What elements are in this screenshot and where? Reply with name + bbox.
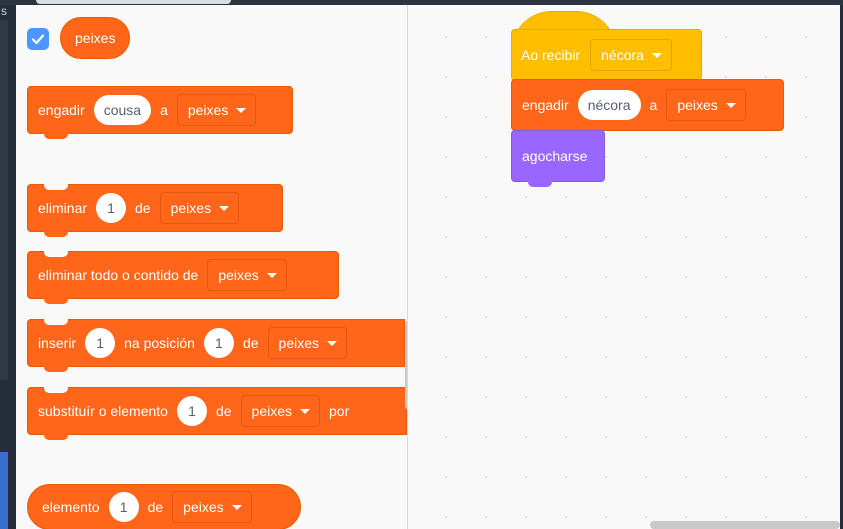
message-dropdown[interactable]: nécora bbox=[590, 39, 672, 71]
block-label: eliminar bbox=[38, 200, 88, 216]
dropdown-value: peixes bbox=[278, 335, 319, 351]
caret-down-icon bbox=[327, 340, 337, 346]
position-input[interactable]: 1 bbox=[203, 328, 234, 358]
item-input[interactable]: 1 bbox=[85, 328, 116, 358]
block-label: de bbox=[147, 499, 164, 515]
block-label: a bbox=[160, 102, 168, 118]
dropdown-value: peixes bbox=[170, 200, 212, 216]
item-index-input[interactable]: 1 bbox=[176, 396, 207, 426]
dropdown-value: peixes bbox=[251, 403, 293, 419]
block-label: de bbox=[215, 403, 232, 419]
text-input[interactable]: cousa bbox=[93, 95, 152, 125]
variable-monitor-checkbox[interactable] bbox=[27, 28, 49, 50]
block-palette[interactable]: peixes engadir cousa a peixes eliminar 1… bbox=[16, 5, 408, 529]
list-dropdown[interactable]: peixes bbox=[666, 89, 746, 121]
list-dropdown[interactable]: peixes bbox=[159, 192, 240, 224]
list-reporter-label: peixes bbox=[75, 30, 116, 46]
block-label: elemento bbox=[42, 499, 100, 515]
block-label: na posición bbox=[124, 335, 195, 351]
list-dropdown[interactable]: peixes bbox=[207, 259, 287, 291]
caret-down-icon bbox=[651, 52, 662, 58]
block-label: inserir bbox=[38, 335, 77, 351]
add-to-list-block[interactable]: engadir cousa a peixes bbox=[27, 86, 293, 139]
top-tab bbox=[36, 0, 231, 4]
list-dropdown[interactable]: peixes bbox=[172, 491, 252, 523]
list-dropdown[interactable]: peixes bbox=[267, 327, 347, 359]
number-input[interactable]: 1 bbox=[96, 193, 127, 223]
block-label: engadir bbox=[38, 102, 85, 118]
list-reporter-peixes[interactable]: peixes bbox=[60, 17, 131, 59]
block-label: engadir bbox=[522, 97, 569, 113]
block-label: eliminar todo o contido de bbox=[38, 267, 199, 283]
dropdown-value: peixes bbox=[183, 499, 224, 515]
delete-of-list-block[interactable]: eliminar 1 de peixes bbox=[27, 184, 283, 237]
text-input[interactable]: nécora bbox=[577, 90, 641, 120]
insert-at-list-block[interactable]: inserir 1 na posición 1 de peixes bbox=[27, 319, 405, 372]
caret-down-icon bbox=[300, 408, 311, 414]
dropdown-value: peixes bbox=[677, 97, 718, 113]
list-dropdown[interactable]: peixes bbox=[240, 395, 321, 427]
block-label: agocharse bbox=[522, 148, 588, 164]
caret-down-icon bbox=[725, 102, 736, 108]
block-label: substituír o elemento bbox=[38, 403, 168, 419]
block-label: de bbox=[135, 200, 151, 216]
block-label: de bbox=[242, 335, 259, 351]
dropdown-value: peixes bbox=[187, 102, 229, 118]
checkmark-icon bbox=[31, 34, 45, 45]
list-dropdown[interactable]: peixes bbox=[176, 94, 257, 126]
workspace-horizontal-scrollbar[interactable] bbox=[650, 521, 840, 529]
caret-down-icon bbox=[231, 504, 242, 510]
script-workspace[interactable]: Ao recibir nécora engadir nécora a peixe… bbox=[408, 5, 840, 529]
delete-all-of-list-block[interactable]: eliminar todo o contido de peixes bbox=[27, 251, 339, 304]
left-edge-blue bbox=[0, 452, 8, 529]
item-index-input[interactable]: 1 bbox=[108, 492, 139, 522]
caret-down-icon bbox=[266, 272, 277, 278]
when-i-receive-hat-block[interactable]: Ao recibir nécora bbox=[511, 29, 702, 81]
dropdown-value: peixes bbox=[218, 267, 259, 283]
block-label: a bbox=[649, 97, 658, 113]
block-label: Ao recibir bbox=[521, 47, 581, 63]
block-label: por bbox=[329, 403, 350, 419]
item-of-list-reporter[interactable]: elemento 1 de peixes bbox=[27, 484, 301, 529]
left-edge-strip bbox=[0, 20, 8, 380]
caret-down-icon bbox=[236, 107, 247, 113]
hide-block[interactable]: agocharse bbox=[511, 130, 605, 187]
caret-down-icon bbox=[219, 205, 230, 211]
edge-letter: s bbox=[1, 4, 7, 18]
dropdown-value: nécora bbox=[601, 47, 644, 63]
replace-item-of-list-block[interactable]: substituír o elemento 1 de peixes por bbox=[27, 387, 407, 440]
add-to-list-block[interactable]: engadir nécora a peixes bbox=[511, 79, 784, 136]
